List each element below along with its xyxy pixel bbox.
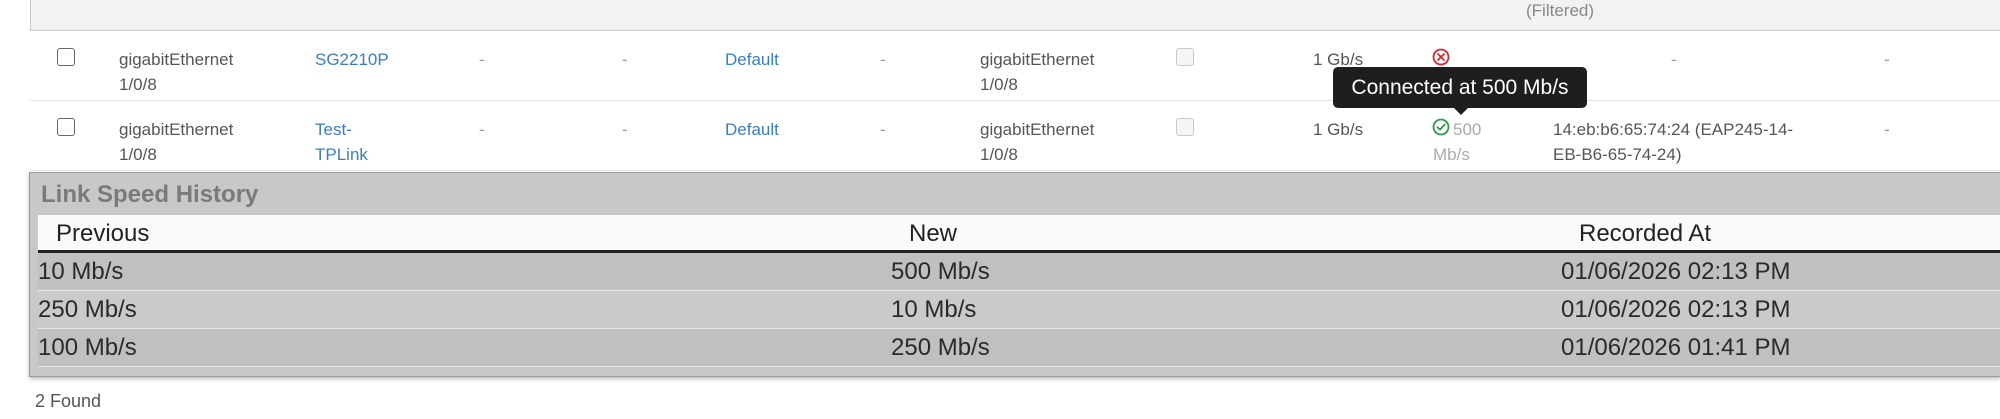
history-previous: 10 Mb/s xyxy=(38,258,124,285)
col6-value: - xyxy=(880,120,886,139)
results-count: 2 Found xyxy=(35,391,102,411)
device-name-line2[interactable]: TPLink xyxy=(315,142,368,167)
history-row: 250 Mb/s 10 Mb/s 01/06/2026 02:13 PM xyxy=(38,291,2000,329)
remote-interface-name: gigabitEthernet xyxy=(980,120,1095,139)
device-name[interactable]: SG2210P xyxy=(315,47,389,72)
link-speed-history-panel: Link Speed History Previous New Recorded… xyxy=(29,172,2000,377)
configured-speed: 1 Gb/s xyxy=(1313,120,1364,139)
col3-value: - xyxy=(479,120,485,139)
link-speed-unit: Mb/s xyxy=(1433,145,1470,164)
remote-interface-cell: gigabitEthernet 1/0/8 xyxy=(980,117,1094,167)
history-previous: 100 Mb/s xyxy=(38,334,137,361)
last-value: - xyxy=(1884,50,1890,69)
remote-interface-cell: gigabitEthernet 1/0/8 xyxy=(980,47,1094,97)
row-select-checkbox[interactable] xyxy=(57,48,75,66)
history-recorded-at: 01/06/2026 01:41 PM xyxy=(1561,334,1791,361)
col3-value: - xyxy=(479,50,485,69)
table-row: gigabitEthernet 1/0/8 Test- TPLink - - D… xyxy=(30,101,2000,171)
remote-interface-name: gigabitEthernet xyxy=(980,50,1095,69)
device-name-line1[interactable]: Test- xyxy=(315,117,368,142)
remote-interface-port: 1/0/8 xyxy=(980,75,1018,94)
header-previous: Previous xyxy=(56,220,150,247)
device-link[interactable]: SG2210P xyxy=(315,47,389,72)
history-recorded-at: 01/06/2026 02:13 PM xyxy=(1561,296,1791,323)
history-previous: 250 Mb/s xyxy=(38,296,137,323)
row-option-checkbox xyxy=(1176,118,1194,136)
interface-cell: gigabitEthernet 1/0/8 xyxy=(119,47,233,97)
link-speed-cell: 500 Mb/s xyxy=(1433,117,1482,167)
interface-port: 1/0/8 xyxy=(119,75,157,94)
device-link[interactable]: Test- TPLink xyxy=(315,117,368,167)
table-row: gigabitEthernet 1/0/8 SG2210P - - Defaul… xyxy=(30,31,2000,101)
profile-link[interactable]: Default xyxy=(725,47,779,72)
neighbor-line2: EB-B6-65-74-24) xyxy=(1553,145,1682,164)
remote-interface-port: 1/0/8 xyxy=(980,145,1018,164)
neighbor-cell: 14:eb:b6:65:74:24 (EAP245-14- EB-B6-65-7… xyxy=(1553,117,1793,167)
interface-port: 1/0/8 xyxy=(119,145,157,164)
interface-cell: gigabitEthernet 1/0/8 xyxy=(119,117,233,167)
history-title: Link Speed History xyxy=(41,181,259,208)
tooltip-arrow xyxy=(1453,107,1469,115)
interface-name: gigabitEthernet xyxy=(119,50,234,69)
table-header-strip: (Filtered) xyxy=(30,0,2000,31)
history-new: 10 Mb/s xyxy=(891,296,977,323)
row-option-checkbox xyxy=(1176,48,1194,66)
history-row: 100 Mb/s 250 Mb/s 01/06/2026 01:41 PM xyxy=(38,329,2000,367)
check-circle-icon[interactable] xyxy=(1432,118,1450,136)
last-value: - xyxy=(1884,120,1890,139)
neighbor-line1: 14:eb:b6:65:74:24 (EAP245-14- xyxy=(1553,120,1794,139)
col6-value: - xyxy=(880,50,886,69)
profile-link[interactable]: Default xyxy=(725,117,779,142)
header-recorded-at: Recorded At xyxy=(1579,220,1712,247)
link-speed-value: 500 xyxy=(1453,120,1482,139)
history-table-header: Previous New Recorded At xyxy=(38,215,2000,253)
link-speed-tooltip: Connected at 500 Mb/s xyxy=(1333,67,1587,108)
interface-name: gigabitEthernet xyxy=(119,120,234,139)
neighbor-value: - xyxy=(1671,50,1677,69)
col4-value: - xyxy=(622,50,628,69)
header-new: New xyxy=(909,220,958,247)
history-recorded-at: 01/06/2026 02:13 PM xyxy=(1561,258,1791,285)
history-row: 10 Mb/s 500 Mb/s 01/06/2026 02:13 PM xyxy=(38,253,2000,291)
x-circle-icon xyxy=(1432,48,1450,66)
history-new: 250 Mb/s xyxy=(891,334,990,361)
row-select-checkbox[interactable] xyxy=(57,118,75,136)
filtered-label: (Filtered) xyxy=(1526,1,1595,20)
history-new: 500 Mb/s xyxy=(891,258,990,285)
col4-value: - xyxy=(622,120,628,139)
